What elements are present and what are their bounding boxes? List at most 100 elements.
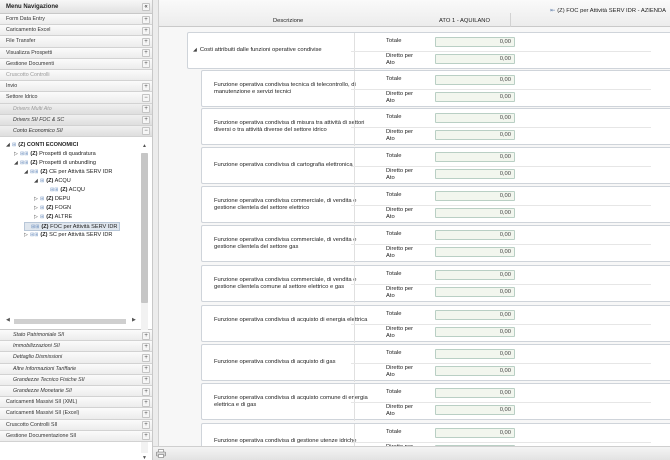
scroll-up-icon[interactable]: ▲ xyxy=(142,143,147,149)
expand-icon[interactable]: + xyxy=(142,421,150,430)
tree-node-foc-per-attivit-serv-idr[interactable]: ⊞⊞ (Z) FOC per Attività SERV IDR xyxy=(24,222,121,232)
scroll-down-icon[interactable]: ▼ xyxy=(142,455,147,460)
sidebar-item-gestione-documentazione-sii[interactable]: Gestione Documentazione SII + xyxy=(0,430,152,442)
sidebar-item-cruscotto-controlli[interactable]: Cruscotto Controlli xyxy=(0,69,152,82)
totale-input[interactable]: 0,00 xyxy=(435,270,515,280)
tree-node-label: ACQU xyxy=(54,178,71,185)
sidebar-item-stato-patrimoniale-sii[interactable]: Stato Patrimoniale SII + xyxy=(0,330,152,342)
expand-icon[interactable]: + xyxy=(142,49,150,58)
expand-icon[interactable]: + xyxy=(142,60,150,69)
sidebar-item-caricamenti-massivi-sii-xml[interactable]: Caricamenti Massivi SII (XML) + xyxy=(0,397,152,409)
expand-icon[interactable]: + xyxy=(142,342,150,351)
sidebar-item-drivers-sii-foc-sc[interactable]: Drivers SII FOC & SC + xyxy=(0,114,152,126)
tree-horizontal-scrollbar[interactable]: ◀ ▶ xyxy=(6,317,140,325)
totale-input[interactable]: 0,00 xyxy=(435,428,515,438)
tree-node-fogn[interactable]: ▷ ⊞ (Z) FOGN xyxy=(34,204,71,213)
sidebar-item-immobilizzazioni-sii[interactable]: Immobilizzazioni SII + xyxy=(0,341,152,353)
totale-input[interactable]: 0,00 xyxy=(435,75,515,85)
tree-node-ce-per-attivit-serv-idr[interactable]: ◢ ⊞⊞ (Z) CE per Attività SERV IDR xyxy=(24,168,112,177)
diretto-per-ato-input[interactable]: 0,00 xyxy=(435,208,515,218)
table-icon: ⊞⊞ xyxy=(30,232,39,239)
expand-icon[interactable]: + xyxy=(142,409,150,418)
tree-node-label: DEPU xyxy=(54,196,71,203)
diretto-per-ato-input[interactable]: 0,00 xyxy=(435,327,515,337)
diretto-per-ato-input[interactable]: 0,00 xyxy=(435,247,515,257)
diretto-per-ato-input[interactable]: 0,00 xyxy=(435,366,515,376)
expand-icon[interactable]: + xyxy=(142,26,150,35)
diretto-per-ato-input[interactable]: 0,00 xyxy=(435,287,515,297)
sidebar-item-grandezze-tecnico-fisiche-sii[interactable]: Grandezze Tecnico Fisiche SII + xyxy=(0,374,152,386)
expand-icon[interactable]: + xyxy=(142,116,150,125)
diretto-per-ato-input[interactable]: 0,00 xyxy=(435,169,515,179)
totale-input[interactable]: 0,00 xyxy=(435,191,515,201)
report-tab[interactable]: ⇤ (Z) FOC per Attività SERV IDR - AZIENDA xyxy=(550,7,666,14)
table-icon: ⊞ xyxy=(40,178,45,185)
sidebar-item-file-transfer[interactable]: File Transfer + xyxy=(0,36,152,48)
collapse-icon[interactable]: − xyxy=(142,93,150,102)
totale-input[interactable]: 0,00 xyxy=(435,230,515,240)
tree-node-depu[interactable]: ▷ ⊞ (Z) DEPU xyxy=(34,195,70,204)
diretto-per-ato-input[interactable]: 0,00 xyxy=(435,405,515,415)
expand-icon[interactable]: + xyxy=(142,387,150,396)
expand-icon[interactable]: + xyxy=(142,105,150,114)
sidebar-item-gestione-documenti[interactable]: Gestione Documenti + xyxy=(0,58,152,70)
tab-collapse-icon[interactable]: ⇤ xyxy=(550,8,555,14)
sidebar-item-grandezze-monetarie-sii[interactable]: Grandezze Monetarie SII + xyxy=(0,386,152,398)
totale-input[interactable]: 0,00 xyxy=(435,152,515,162)
row-description: Funzione operativa condivisa di acquisto… xyxy=(214,359,374,366)
diretto-per-ato-input[interactable]: 0,00 xyxy=(435,92,515,102)
collapse-icon[interactable]: − xyxy=(142,127,150,136)
sidebar-item-conto-economico-sii[interactable]: Conto Economico SII − xyxy=(0,125,152,138)
collapse-sidebar-icon[interactable]: « xyxy=(142,3,150,11)
sidebar-item-caricamento-excel[interactable]: Caricamento Excel + xyxy=(0,25,152,37)
sidebar-item-altre-informazioni-tariffarie[interactable]: Altre Informazioni Tariffarie + xyxy=(0,363,152,375)
scrollbar-thumb[interactable] xyxy=(141,153,148,304)
tree-node-sc-per-attivit-serv-idr[interactable]: ▷ ⊞⊞ (Z) SC per Attività SERV IDR xyxy=(24,231,112,240)
expand-icon[interactable]: + xyxy=(142,37,150,46)
expand-icon[interactable]: + xyxy=(142,376,150,385)
diretto-per-ato-input[interactable]: 0,00 xyxy=(435,54,515,64)
tree-node-conti-economici[interactable]: ◢ ⊞ (Z) CONTI ECONOMICI xyxy=(6,141,78,150)
totale-input[interactable]: 0,00 xyxy=(435,113,515,123)
tree-node-prospetti-di-unbundling[interactable]: ◢ ⊞⊞ (Z) Prospetti di unbundling xyxy=(14,159,96,168)
collapse-row-icon[interactable]: ◢ xyxy=(193,47,197,53)
table-icon: ⊞ xyxy=(40,196,45,203)
column-header-descrizione: Descrizione xyxy=(273,18,304,24)
sidebar-item-label: Stato Patrimoniale SII xyxy=(13,332,65,339)
sidebar-item-invio[interactable]: Invio + xyxy=(0,81,152,93)
totale-input[interactable]: 0,00 xyxy=(435,310,515,320)
expand-icon[interactable]: + xyxy=(142,15,150,24)
tree-node-prospetti-di-quadratura[interactable]: ▷ ⊞⊞ (Z) Prospetti di quadratura xyxy=(14,150,96,159)
scroll-right-icon[interactable]: ▶ xyxy=(132,317,136,323)
expand-icon[interactable]: + xyxy=(142,331,150,340)
tree-node-acqu[interactable]: ⊞⊞ (Z) ACQU xyxy=(44,186,85,195)
totale-input[interactable]: 0,00 xyxy=(435,388,515,398)
expand-icon[interactable]: + xyxy=(142,365,150,374)
row-description-text: Funzione operativa condivisa di acquisto… xyxy=(214,395,368,408)
diretto-per-ato-label: Diretto per Ato xyxy=(386,207,414,220)
totale-input[interactable]: 0,00 xyxy=(435,349,515,359)
print-icon[interactable] xyxy=(156,449,166,458)
sidebar-item-visualizza-prospetti[interactable]: Visualizza Prospetti + xyxy=(0,47,152,59)
sidebar-item-settore-idrico[interactable]: Settore Idrico − xyxy=(0,92,152,104)
navigation-sidebar: Menu Navigazione « Form Data Entry + Caric… xyxy=(0,0,153,460)
sidebar-item-label: Conto Economico SII xyxy=(13,127,63,134)
expand-icon[interactable]: + xyxy=(142,398,150,407)
expand-icon[interactable]: + xyxy=(142,432,150,441)
tree-node-prefix: (Z) xyxy=(46,196,54,203)
sidebar-item-dettaglio-dismissioni[interactable]: Dettaglio Dismissioni + xyxy=(0,352,152,364)
expand-icon[interactable]: + xyxy=(142,354,150,363)
sidebar-item-form-data-entry[interactable]: Form Data Entry + xyxy=(0,14,152,26)
sidebar-item-drivers-multi-ato[interactable]: Drivers Multi Ato + xyxy=(0,103,152,115)
diretto-per-ato-input[interactable]: 0,00 xyxy=(435,130,515,140)
expand-icon[interactable]: + xyxy=(142,82,150,91)
diretto-per-ato-label: Diretto per Ato xyxy=(386,365,414,378)
tree-node-acqu[interactable]: ◢ ⊞ (Z) ACQU xyxy=(34,177,71,186)
scroll-left-icon[interactable]: ◀ xyxy=(6,317,10,323)
scrollbar-thumb-h[interactable] xyxy=(14,319,126,325)
tree-node-altre[interactable]: ▷ ⊞ (Z) ALTRE xyxy=(34,213,72,222)
sidebar-item-cruscotto-controlli-sii[interactable]: Cruscotto Controlli SII + xyxy=(0,419,152,431)
sidebar-item-label: Dettaglio Dismissioni xyxy=(13,354,63,361)
totale-input[interactable]: 0,00 xyxy=(435,37,515,47)
sidebar-item-caricamenti-massivi-sii-excel[interactable]: Caricamenti Massivi SII (Excel) + xyxy=(0,408,152,420)
